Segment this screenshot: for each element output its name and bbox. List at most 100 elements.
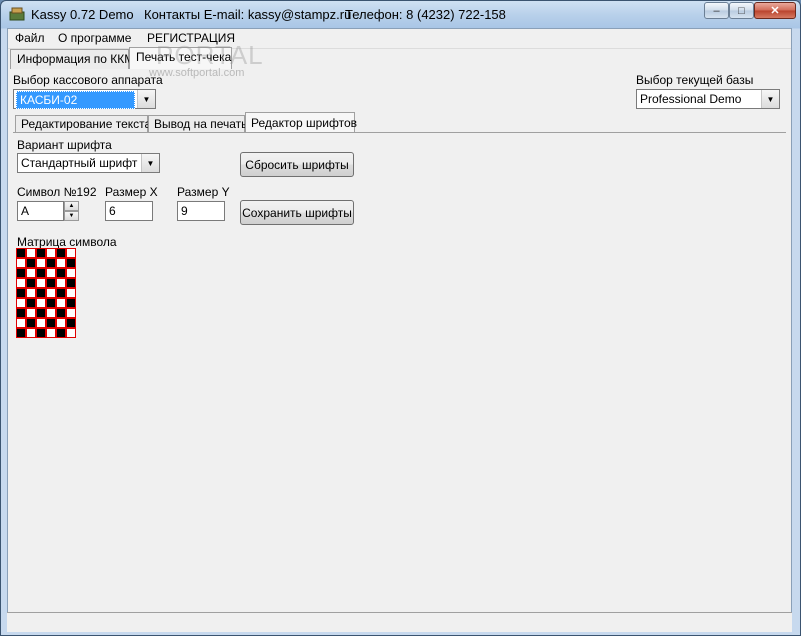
size-x-field[interactable]: 6 [105, 201, 153, 221]
matrix-cell[interactable] [66, 318, 76, 328]
close-button[interactable]: ✕ [754, 2, 796, 19]
matrix-cell[interactable] [26, 268, 36, 278]
font-variant-label: Вариант шрифта [17, 138, 112, 152]
chevron-down-icon[interactable]: ▼ [141, 154, 159, 172]
reset-fonts-button[interactable]: Сбросить шрифты [240, 152, 354, 177]
matrix-cell[interactable] [46, 298, 56, 308]
symbol-label: Символ №192 [17, 185, 97, 199]
tab-print-output[interactable]: Вывод на печать [148, 115, 248, 133]
matrix-cell[interactable] [46, 258, 56, 268]
save-fonts-button[interactable]: Сохранить шрифты [240, 200, 354, 225]
matrix-cell[interactable] [26, 298, 36, 308]
matrix-cell[interactable] [36, 268, 46, 278]
app-title: Kassy 0.72 Demo [31, 7, 134, 22]
matrix-cell[interactable] [56, 248, 66, 258]
matrix-cell[interactable] [26, 248, 36, 258]
matrix-cell[interactable] [16, 278, 26, 288]
matrix-cell[interactable] [66, 248, 76, 258]
matrix-cell[interactable] [36, 278, 46, 288]
matrix-cell[interactable] [36, 288, 46, 298]
matrix-cell[interactable] [46, 318, 56, 328]
tab-font-editor-label: Редактор шрифтов [251, 116, 358, 130]
matrix-cell[interactable] [56, 308, 66, 318]
menu-bar: Файл О программе РЕГИСТРАЦИЯ [8, 29, 791, 49]
matrix-cell[interactable] [36, 328, 46, 338]
chevron-down-icon[interactable]: ▼ [761, 90, 779, 108]
menu-file[interactable]: Файл [15, 31, 45, 45]
matrix-cell[interactable] [36, 298, 46, 308]
matrix-cell[interactable] [16, 318, 26, 328]
matrix-cell[interactable] [46, 288, 56, 298]
symbol-spinner[interactable]: ▲ ▼ [64, 201, 79, 221]
matrix-cell[interactable] [16, 248, 26, 258]
minimize-button[interactable]: – [704, 2, 729, 19]
maximize-button[interactable]: □ [729, 2, 754, 19]
matrix-cell[interactable] [56, 298, 66, 308]
watermark-url: www.softportal.com [149, 67, 245, 79]
matrix-cell[interactable] [16, 258, 26, 268]
spin-up-icon[interactable]: ▲ [64, 201, 79, 211]
symbol-matrix[interactable] [16, 248, 76, 338]
title-bar[interactable]: Kassy 0.72 Demo Контакты E-mail: kassy@s… [1, 1, 800, 28]
close-icon: ✕ [770, 5, 780, 17]
matrix-cell[interactable] [26, 258, 36, 268]
tab-text-edit[interactable]: Редактирование текста [15, 115, 151, 133]
matrix-cell[interactable] [46, 328, 56, 338]
tab-font-editor[interactable]: Редактор шрифтов [245, 112, 358, 133]
matrix-cell[interactable] [46, 278, 56, 288]
matrix-cell[interactable] [56, 318, 66, 328]
matrix-cell[interactable] [66, 288, 76, 298]
database-select[interactable]: Professional Demo ▼ [636, 89, 780, 109]
matrix-cell[interactable] [46, 248, 56, 258]
matrix-cell[interactable] [26, 328, 36, 338]
matrix-cell[interactable] [56, 258, 66, 268]
tab-print-output-label: Вывод на печать [154, 117, 248, 131]
matrix-cell[interactable] [66, 278, 76, 288]
matrix-label: Матрица символа [17, 235, 117, 249]
matrix-cell[interactable] [26, 288, 36, 298]
matrix-cell[interactable] [36, 248, 46, 258]
matrix-cell[interactable] [26, 278, 36, 288]
matrix-cell[interactable] [66, 328, 76, 338]
matrix-cell[interactable] [16, 328, 26, 338]
matrix-cell[interactable] [66, 258, 76, 268]
status-bar [7, 612, 792, 632]
register-select[interactable]: КАСБИ-02 ▼ [13, 89, 156, 109]
database-select-value: Professional Demo [640, 92, 742, 106]
matrix-cell[interactable] [36, 258, 46, 268]
title-contacts: Контакты E-mail: kassy@stampz.ru [144, 7, 352, 22]
matrix-cell[interactable] [46, 308, 56, 318]
client-area: Файл О программе РЕГИСТРАЦИЯ Информация … [7, 28, 792, 629]
matrix-cell[interactable] [16, 308, 26, 318]
tab-kkm-info[interactable]: Информация по ККМ [10, 49, 134, 69]
reset-fonts-button-label: Сбросить шрифты [245, 157, 349, 172]
symbol-field[interactable]: А [17, 201, 64, 221]
chevron-down-icon[interactable]: ▼ [137, 90, 155, 108]
matrix-cell[interactable] [16, 268, 26, 278]
font-variant-select[interactable]: Стандартный шрифт ▼ [17, 153, 160, 173]
matrix-cell[interactable] [16, 298, 26, 308]
matrix-cell[interactable] [36, 308, 46, 318]
matrix-cell[interactable] [66, 308, 76, 318]
matrix-cell[interactable] [56, 288, 66, 298]
matrix-cell[interactable] [46, 268, 56, 278]
matrix-cell[interactable] [56, 278, 66, 288]
matrix-cell[interactable] [26, 308, 36, 318]
matrix-cell[interactable] [56, 328, 66, 338]
size-y-label: Размер Y [177, 185, 230, 199]
title-phone: Телефон: 8 (4232) 722-158 [345, 7, 506, 22]
menu-about[interactable]: О программе [58, 31, 131, 45]
app-icon [9, 7, 25, 21]
matrix-cell[interactable] [56, 268, 66, 278]
size-y-field[interactable]: 9 [177, 201, 225, 221]
matrix-cell[interactable] [36, 318, 46, 328]
matrix-cell[interactable] [66, 298, 76, 308]
spin-down-icon[interactable]: ▼ [64, 211, 79, 221]
size-x-label: Размер X [105, 185, 158, 199]
matrix-cell[interactable] [26, 318, 36, 328]
matrix-cell[interactable] [16, 288, 26, 298]
register-select-value: КАСБИ-02 [16, 91, 135, 109]
save-fonts-button-label: Сохранить шрифты [242, 205, 352, 220]
matrix-cell[interactable] [66, 268, 76, 278]
register-label: Выбор кассового аппарата [13, 73, 163, 87]
